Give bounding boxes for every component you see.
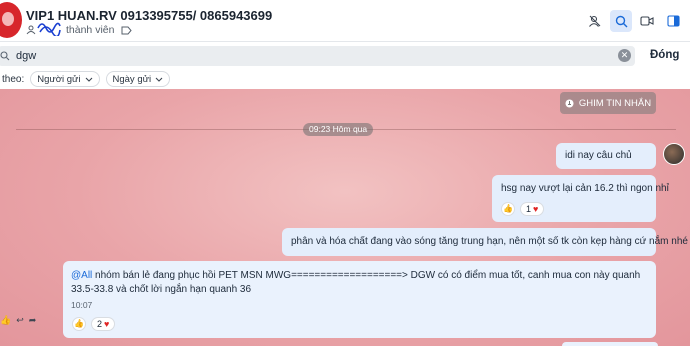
reaction-badge[interactable]: 1 ♥ [520, 202, 545, 216]
search-filters: theo: Người gửi Ngày gửi [0, 69, 690, 89]
like-icon[interactable]: 👍 [72, 317, 86, 331]
message-bubble[interactable]: phân và hóa chất đang vào sóng tăng trun… [282, 228, 688, 256]
like-icon[interactable]: 👍 [0, 315, 11, 326]
filter-sender-label: Người gửi [37, 73, 81, 85]
pin-icon [565, 99, 574, 107]
search-icon [615, 15, 627, 27]
message-text: phân và hóa chất đang vào sóng tăng trun… [291, 236, 688, 247]
message-quick-actions: 👍 ↩ ➦ [0, 315, 36, 326]
message-text: hsg nay vượt lại cản 16.2 thì ngon nhỉ [501, 183, 669, 194]
filter-label: theo: [2, 73, 25, 85]
message-bubble[interactable]: @All nhóm bán lẻ đang phục hồi PET MSN M… [63, 261, 656, 338]
heart-icon: ♥ [533, 204, 539, 214]
forward-icon[interactable]: ➦ [29, 315, 37, 326]
reaction-badge[interactable]: 2 ♥ [91, 317, 116, 331]
members-label[interactable]: thành viên [66, 24, 114, 36]
video-call-button[interactable] [636, 10, 658, 32]
filter-date-label: Ngày gửi [112, 73, 152, 85]
filter-sender-dropdown[interactable]: Người gửi [30, 71, 100, 87]
search-button[interactable] [610, 10, 632, 32]
chevron-down-icon [85, 77, 92, 82]
next-message-edge [562, 342, 658, 346]
group-avatar[interactable] [0, 2, 22, 38]
chat-header: VIP1 HUAN.RV 0913395755/ 0865943699 thàn… [0, 0, 690, 42]
sidebar-toggle-icon [666, 15, 680, 27]
chat-messages-area[interactable]: GHIM TIN NHẮN 09:23 Hôm qua idi nay câu … [0, 89, 690, 346]
like-icon[interactable]: 👍 [501, 202, 515, 216]
reaction-count: 1 [526, 204, 532, 214]
chevron-down-icon [155, 77, 163, 82]
group-title[interactable]: VIP1 HUAN.RV 0913395755/ 0865943699 [26, 8, 272, 23]
members-icon[interactable] [26, 25, 36, 35]
search-icon [0, 51, 10, 61]
search-field[interactable]: dgw ✕ [0, 46, 635, 66]
reply-icon[interactable]: ↩ [16, 315, 24, 326]
search-input[interactable]: dgw [16, 50, 36, 62]
header-actions [584, 10, 684, 32]
redaction-scribble [37, 22, 61, 36]
toggle-sidebar-button[interactable] [662, 10, 684, 32]
video-call-icon [640, 16, 654, 26]
filter-date-dropdown[interactable]: Ngày gửi [105, 71, 171, 87]
pin-message-label: GHIM TIN NHẮN [578, 97, 652, 109]
date-divider: 09:23 Hôm qua [303, 123, 374, 136]
mention-all[interactable]: @All [71, 270, 92, 281]
message-search-bar: dgw ✕ Đóng [0, 43, 690, 69]
message-text-block: @All nhóm bán lẻ đang phục hồi PET MSN M… [71, 269, 641, 297]
message-bubble[interactable]: hsg nay vượt lại cản 16.2 thì ngon nhỉ 👍… [492, 175, 669, 222]
reaction-count: 2 [97, 319, 103, 329]
message-bubble[interactable]: idi nay câu chủ động [556, 143, 656, 187]
add-member-button[interactable] [584, 10, 606, 32]
message-time: 10:07 [71, 300, 93, 310]
tag-icon[interactable] [121, 26, 133, 35]
sender-avatar[interactable] [663, 143, 685, 165]
message-text: nhóm bán lẻ đang phục hồi PET MSN MWG===… [71, 270, 641, 295]
heart-icon: ♥ [104, 319, 110, 329]
close-search-button[interactable]: Đóng [650, 49, 679, 61]
add-member-icon [589, 15, 601, 27]
clear-icon[interactable]: ✕ [618, 49, 631, 62]
pin-message-button[interactable]: GHIM TIN NHẮN [560, 92, 656, 114]
